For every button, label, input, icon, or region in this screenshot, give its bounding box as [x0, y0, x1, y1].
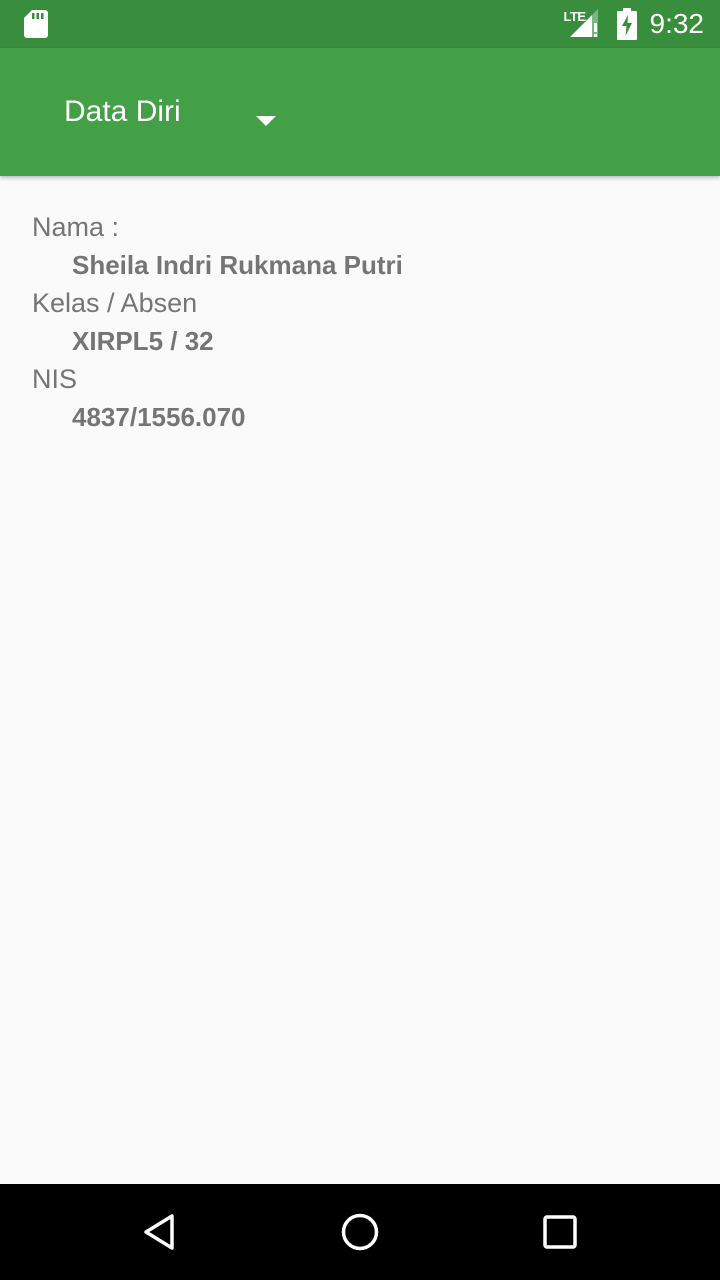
nis-value: 4837/1556.070 [72, 402, 246, 432]
spinner-selected-label: Data Diri [64, 95, 181, 128]
battery-charging-icon [616, 8, 638, 40]
kelas-absen-value: XIRPL5 / 32 [72, 326, 214, 356]
signal-icon: LTE [564, 9, 602, 39]
kelas-absen-label: Kelas / Absen [32, 288, 198, 318]
home-button[interactable] [300, 1184, 420, 1280]
section-spinner[interactable]: Data Diri [64, 48, 294, 176]
navigation-bar [0, 1184, 720, 1280]
back-icon [144, 1214, 174, 1250]
recents-icon [543, 1215, 577, 1249]
profile-details: Nama : Sheila Indri Rukmana Putri Kelas … [32, 208, 682, 436]
back-button[interactable] [100, 1184, 220, 1280]
status-clock: 9:32 [649, 8, 705, 39]
nis-label: NIS [32, 364, 78, 394]
status-bar: LTE 9:32 [0, 0, 720, 48]
home-icon [341, 1213, 379, 1251]
recents-button[interactable] [500, 1184, 620, 1280]
app-bar: Data Diri [0, 48, 720, 176]
nama-value: Sheila Indri Rukmana Putri [72, 250, 403, 280]
nama-label: Nama : [32, 212, 120, 242]
sd-card-icon [24, 10, 48, 38]
dropdown-arrow-icon [256, 116, 276, 126]
